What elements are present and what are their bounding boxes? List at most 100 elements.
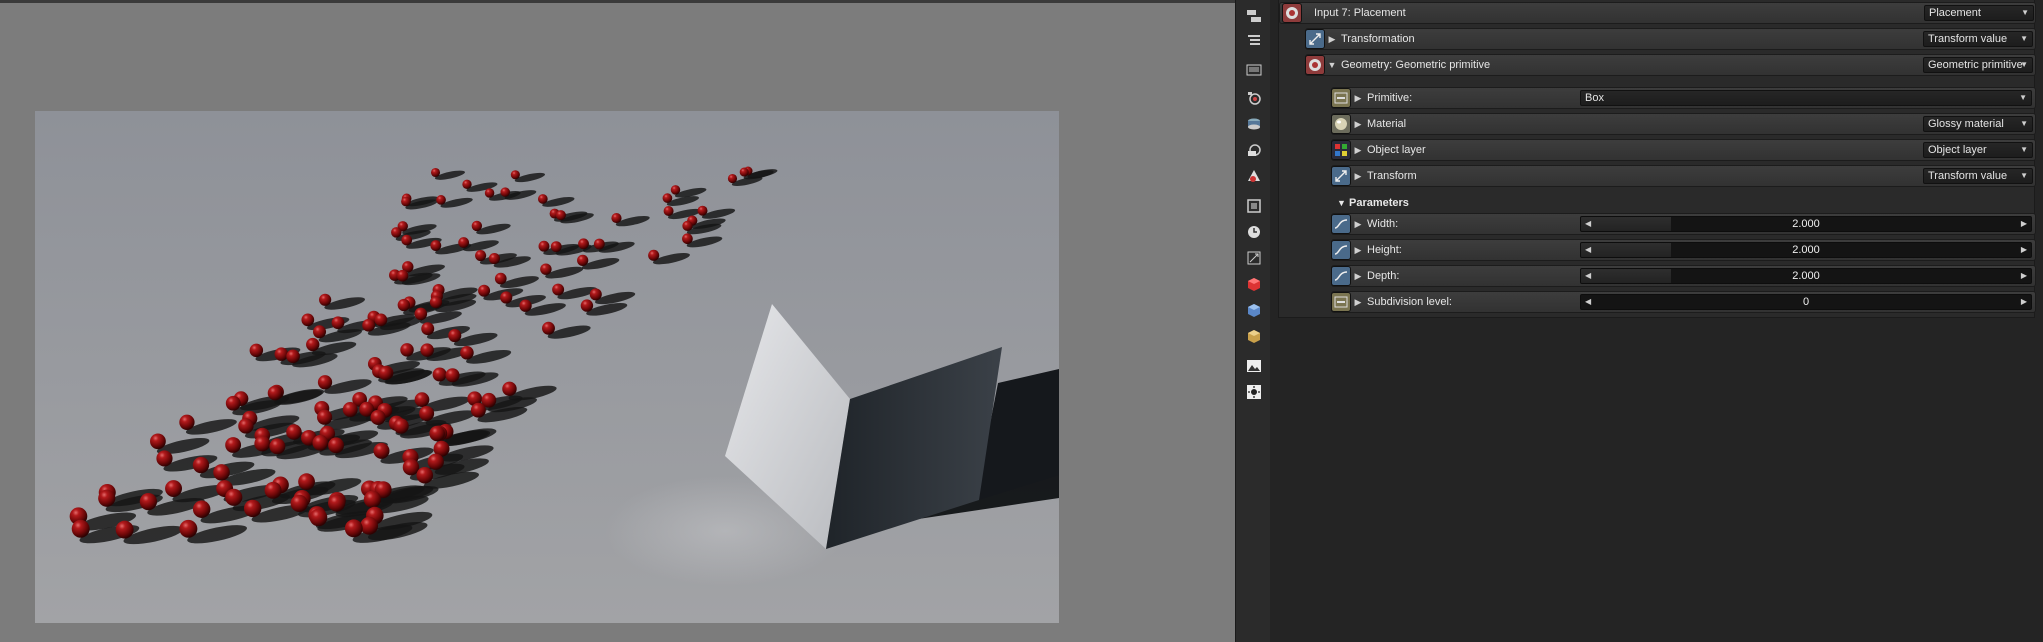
depth-row[interactable]: ▶ Depth: ◀ 2.000 ▶: [1331, 265, 2036, 287]
red-sphere: [401, 196, 411, 207]
frame-icon[interactable]: [1243, 196, 1264, 216]
increment-arrow-icon[interactable]: ▶: [2021, 269, 2027, 283]
camera-icon[interactable]: [1243, 88, 1264, 108]
height-value: 2.000: [1792, 244, 1820, 256]
depth-slider[interactable]: ◀ 2.000 ▶: [1580, 268, 2032, 284]
float-node-icon: [1331, 214, 1351, 234]
collapse-arrow-icon[interactable]: ▼: [1337, 198, 1346, 208]
chevron-down-icon: ▼: [2021, 8, 2029, 17]
transformation-dropdown[interactable]: Transform value ▼: [1923, 31, 2033, 47]
image-icon[interactable]: [1243, 60, 1264, 80]
expand-arrow-icon[interactable]: ▶: [1351, 271, 1365, 282]
object-layer-row[interactable]: ▶ Object layer Object layer ▼: [1331, 139, 2036, 161]
material-row[interactable]: ▶ Material Glossy material ▼: [1331, 113, 2036, 135]
transformation-label: Transformation: [1341, 33, 1415, 45]
placement-dropdown[interactable]: Placement ▼: [1924, 5, 2034, 21]
transform-row[interactable]: ▶ Transform Transform value ▼: [1331, 165, 2036, 187]
geometry-row[interactable]: ▼ Geometry: Geometric primitive Geometri…: [1305, 54, 2036, 76]
primitive-row[interactable]: ▶ Primitive: Box ▼: [1331, 87, 2036, 109]
geometry-dropdown[interactable]: Geometric primitive ▼: [1923, 57, 2033, 73]
increment-arrow-icon[interactable]: ▶: [2021, 295, 2027, 309]
red-sphere: [298, 473, 315, 491]
subdivision-slider[interactable]: ◀ 0 ▶: [1580, 294, 2032, 310]
gold-cube-icon[interactable]: [1243, 326, 1264, 346]
geometry-label: Geometry: Geometric primitive: [1341, 59, 1491, 71]
enum-node-icon: [1331, 88, 1351, 108]
outliner-icon[interactable]: [1243, 30, 1264, 50]
width-row[interactable]: ▶ Width: ◀ 2.000 ▶: [1331, 213, 2036, 235]
floor-plane: [35, 111, 1059, 623]
red-sphere: [448, 329, 462, 343]
height-row[interactable]: ▶ Height: ◀ 2.000 ▶: [1331, 239, 2036, 261]
object-layer-node-icon: [1331, 140, 1351, 160]
red-sphere: [611, 212, 622, 224]
render-viewport[interactable]: [0, 0, 1235, 642]
red-sphere: [432, 367, 447, 382]
red-sphere: [682, 220, 693, 232]
material-dropdown[interactable]: Glossy material ▼: [1923, 116, 2033, 132]
object-layer-dropdown[interactable]: Object layer ▼: [1923, 142, 2033, 158]
red-sphere: [286, 424, 302, 440]
red-sphere: [577, 254, 589, 266]
red-sphere: [580, 299, 594, 312]
placement-row[interactable]: Input 7: Placement Placement ▼: [1279, 2, 2036, 24]
rendered-scene: [35, 111, 1059, 623]
width-slider[interactable]: ◀ 2.000 ▶: [1580, 216, 2032, 232]
clock-icon[interactable]: [1243, 222, 1264, 242]
int-node-icon: [1331, 292, 1351, 312]
red-cube-icon[interactable]: [1243, 274, 1264, 294]
red-sphere: [328, 437, 344, 454]
chevron-down-icon: ▼: [2020, 119, 2028, 128]
render-image[interactable]: [35, 111, 1059, 623]
depth-value: 2.000: [1792, 270, 1820, 282]
material-node-icon: [1331, 114, 1351, 134]
expand-arrow-icon[interactable]: ▶: [1351, 93, 1365, 104]
transform-icon[interactable]: [1243, 248, 1264, 268]
red-sphere: [414, 307, 428, 321]
transformation-dropdown-value: Transform value: [1928, 33, 2008, 45]
expand-arrow-icon[interactable]: ▶: [1351, 219, 1365, 230]
red-sphere: [179, 414, 195, 430]
octane-app-window: Input 7: Placement Placement ▼ ▶ Transfo…: [0, 0, 2043, 642]
material-icon[interactable]: [1243, 166, 1264, 186]
red-sphere: [475, 249, 487, 262]
expand-arrow-icon[interactable]: ▶: [1351, 171, 1365, 182]
red-sphere: [589, 288, 602, 301]
red-sphere: [682, 233, 693, 245]
red-sphere: [225, 437, 242, 453]
graph-editor-icon[interactable]: [1243, 6, 1264, 26]
expand-arrow-icon[interactable]: ▶: [1351, 145, 1365, 156]
stack-icon[interactable]: [1243, 114, 1264, 134]
height-slider[interactable]: ◀ 2.000 ▶: [1580, 242, 2032, 258]
sun-icon[interactable]: [1243, 382, 1264, 402]
increment-arrow-icon[interactable]: ▶: [2021, 243, 2027, 257]
collapse-arrow-icon[interactable]: ▼: [1325, 60, 1339, 70]
subdivision-row[interactable]: ▶ Subdivision level: ◀ 0 ▶: [1331, 291, 2036, 313]
chevron-down-icon: ▼: [2019, 93, 2027, 102]
expand-arrow-icon[interactable]: ▶: [1351, 119, 1365, 130]
expand-arrow-icon[interactable]: ▶: [1351, 297, 1365, 308]
primitive-label: Primitive:: [1367, 92, 1413, 104]
red-sphere: [156, 450, 173, 467]
transform-dropdown[interactable]: Transform value ▼: [1923, 168, 2033, 184]
red-sphere: [414, 392, 430, 408]
red-sphere: [400, 343, 414, 357]
red-sphere: [436, 195, 446, 205]
parameters-section-title[interactable]: ▼ Parameters: [1337, 197, 1409, 209]
red-sphere: [419, 406, 435, 422]
picture-icon[interactable]: [1243, 356, 1264, 376]
red-sphere: [662, 193, 673, 203]
expand-arrow-icon[interactable]: ▶: [1325, 34, 1339, 45]
red-sphere: [313, 325, 327, 339]
red-sphere: [225, 488, 243, 506]
layers-icon[interactable]: [1243, 140, 1264, 160]
parameters-title-text: Parameters: [1348, 197, 1409, 209]
primitive-dropdown[interactable]: Box ▼: [1580, 90, 2032, 106]
red-sphere: [429, 425, 445, 442]
expand-arrow-icon[interactable]: ▶: [1351, 245, 1365, 256]
red-sphere: [462, 179, 472, 189]
increment-arrow-icon[interactable]: ▶: [2021, 217, 2027, 231]
red-sphere: [484, 188, 495, 198]
transformation-row[interactable]: ▶ Transformation Transform value ▼: [1305, 28, 2036, 50]
blue-cube-icon[interactable]: [1243, 300, 1264, 320]
